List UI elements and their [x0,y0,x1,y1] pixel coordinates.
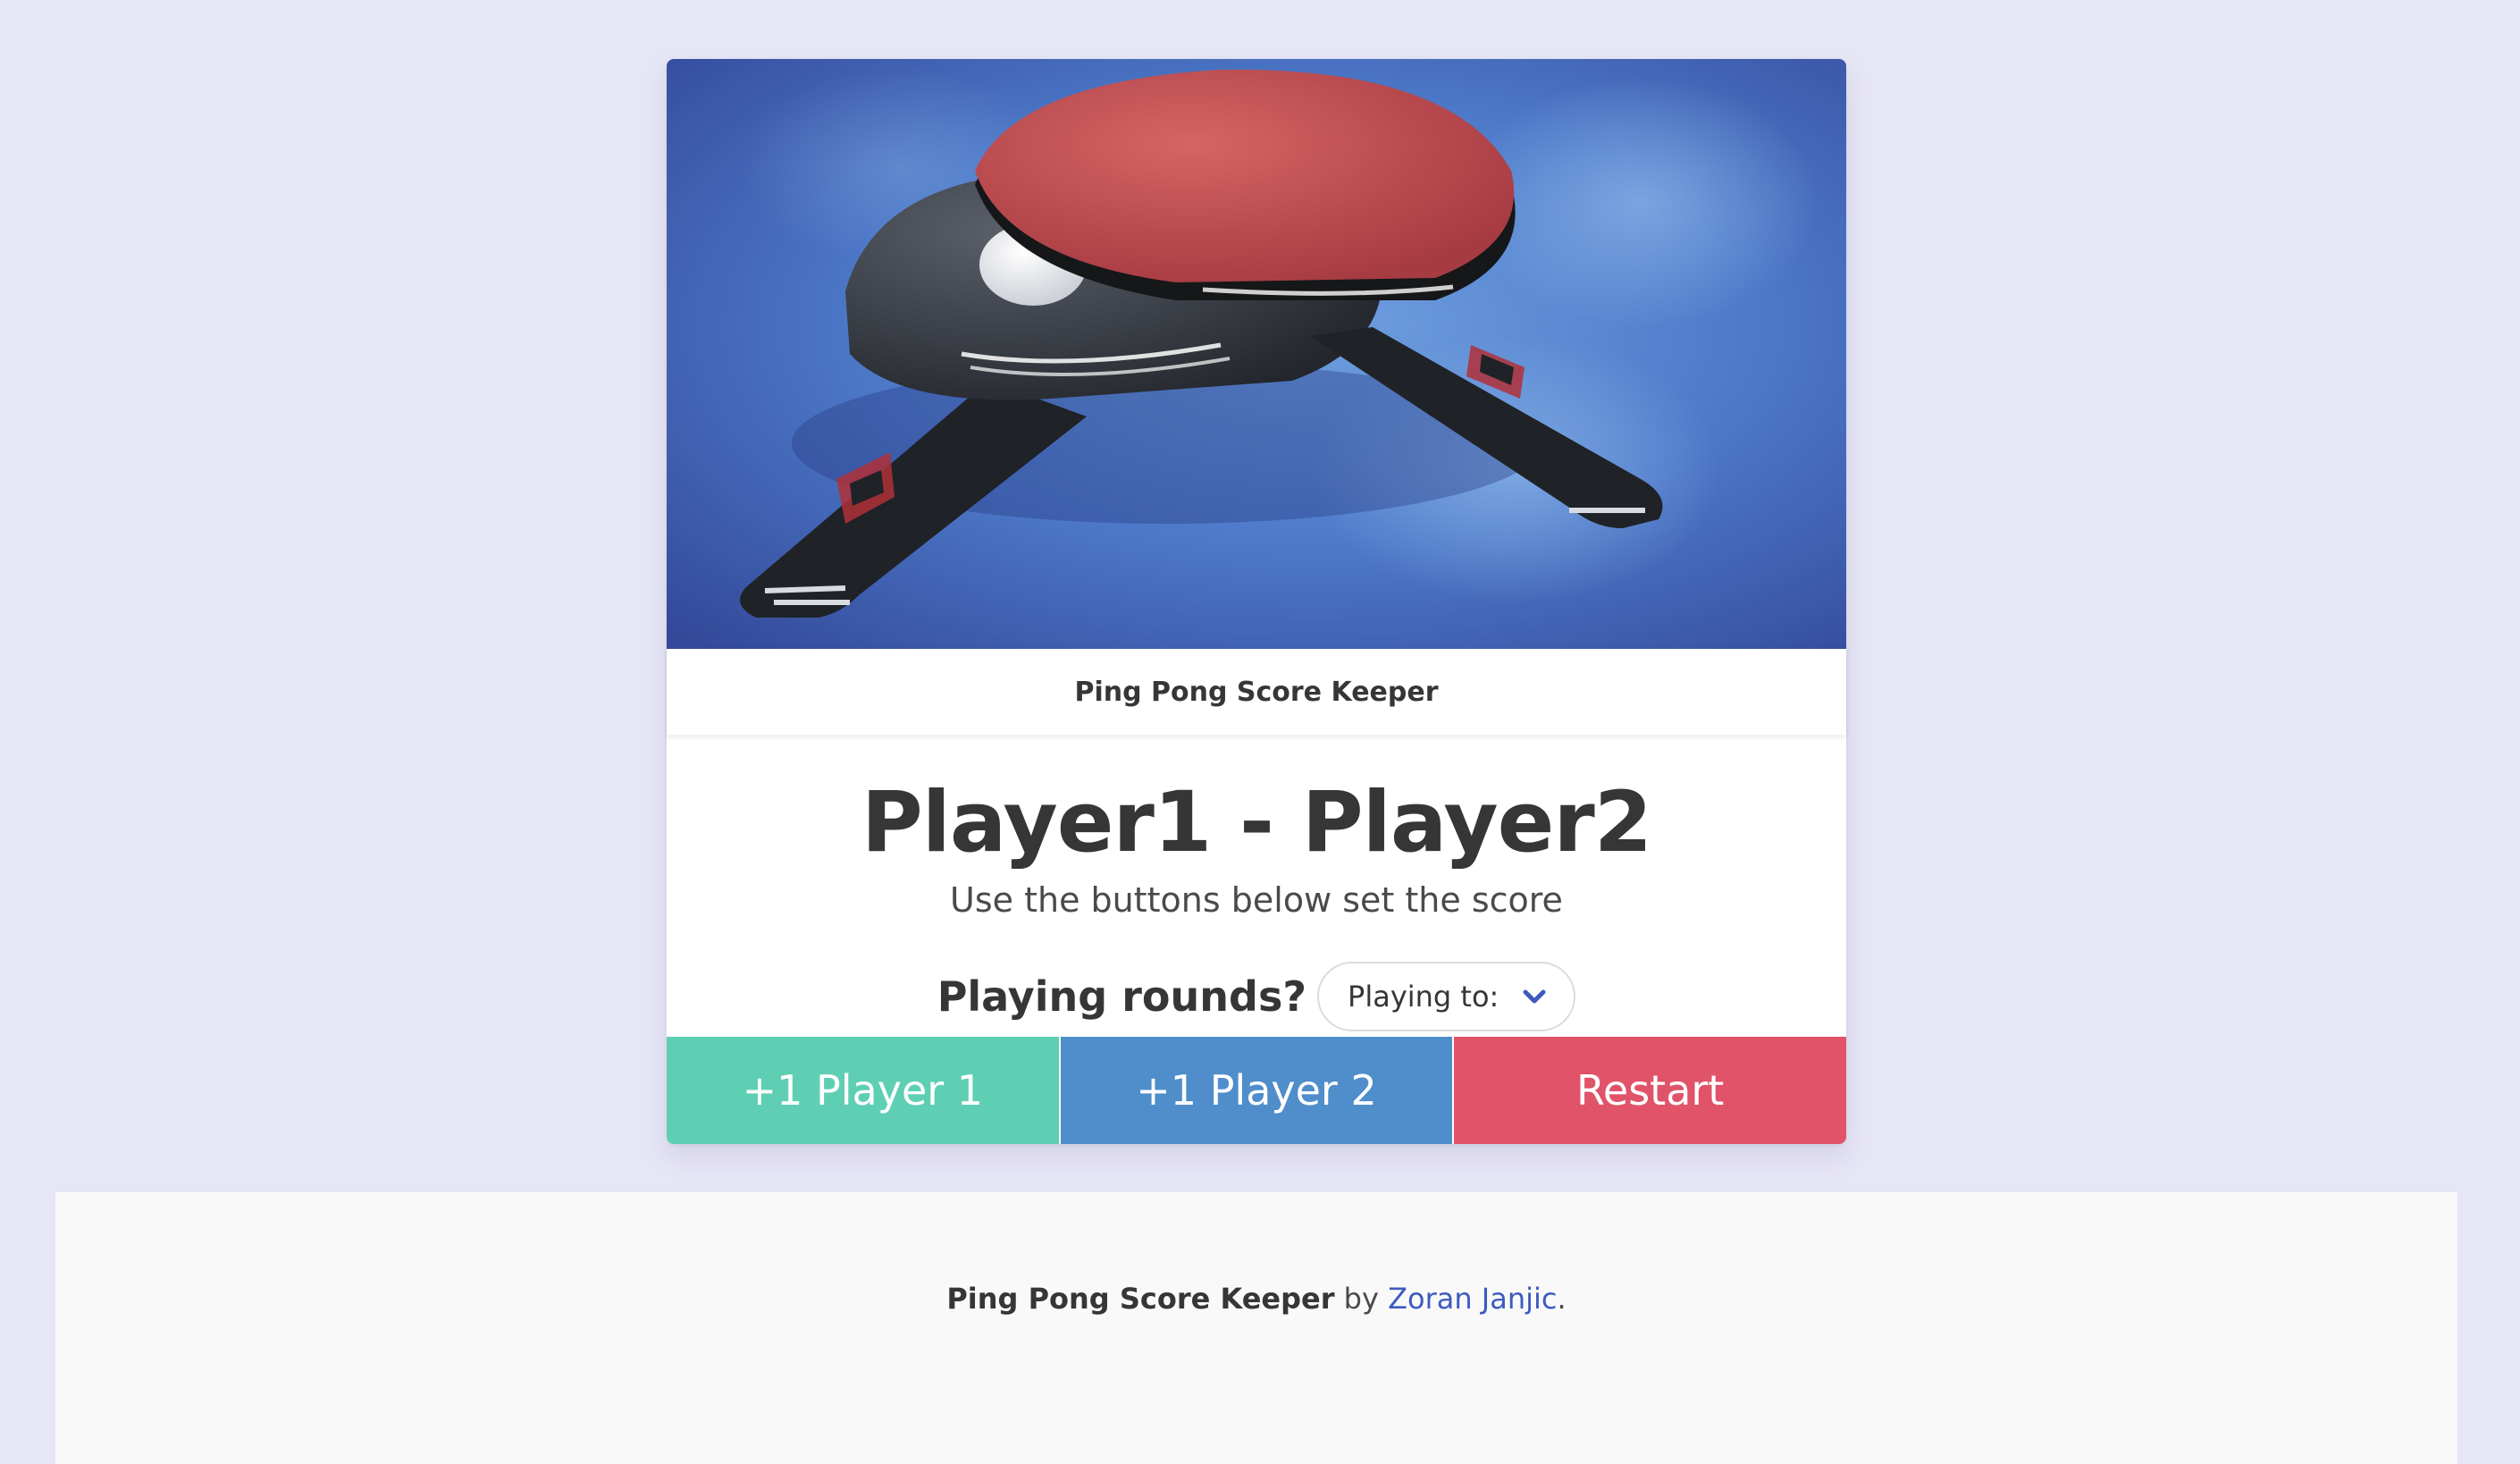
score-buttons: +1 Player 1 +1 Player 2 Restart [667,1037,1847,1144]
author-link[interactable]: Zoran Janjic [1388,1282,1557,1316]
score-card: Ping Pong Score Keeper Player1 - Player2… [667,59,1847,1144]
playing-to-select[interactable]: Playing to: [1317,962,1576,1031]
footer-app-name: Ping Pong Score Keeper [946,1282,1335,1316]
playing-to-select-value: Playing to: [1348,980,1499,1014]
chevron-down-icon [1522,988,1547,1005]
card-header: Ping Pong Score Keeper [667,649,1846,735]
score-display: Player1 - Player2 [861,774,1652,871]
restart-button[interactable]: Restart [1454,1037,1847,1144]
rounds-label: Playing rounds? [937,972,1307,1021]
add-point-player2-button[interactable]: +1 Player 2 [1060,1037,1453,1144]
footer-by-text: by [1334,1282,1389,1316]
footer-end-text: . [1557,1282,1567,1316]
footer-credit: Ping Pong Score Keeper by Zoran Janjic. [55,1282,2457,1316]
card-header-title: Ping Pong Score Keeper [1074,676,1439,708]
ping-pong-paddles-image [667,59,1846,649]
card-content: Player1 - Player2 Use the buttons below … [667,735,1846,1037]
page-footer: Ping Pong Score Keeper by Zoran Janjic. [55,1192,2457,1464]
score-instructions: Use the buttons below set the score [950,880,1563,920]
add-point-player1-button[interactable]: +1 Player 1 [667,1037,1059,1144]
rounds-row: Playing rounds? Playing to: [667,962,1846,1031]
